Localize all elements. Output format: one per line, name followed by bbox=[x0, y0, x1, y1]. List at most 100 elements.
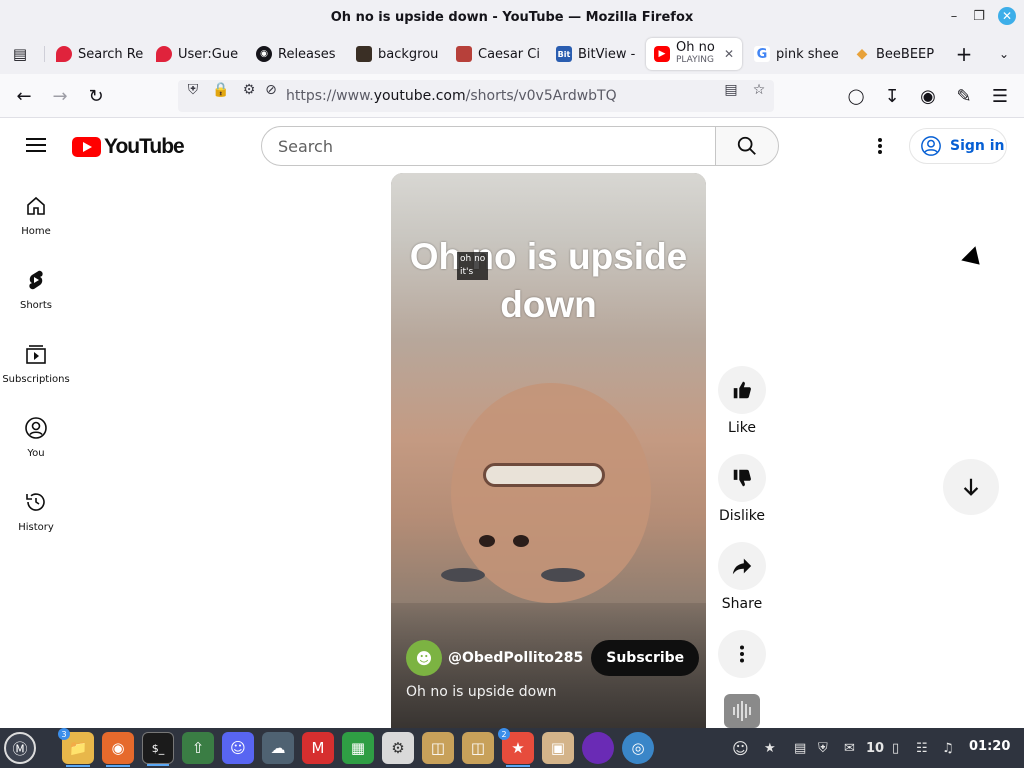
sidebar-item-label: Subscriptions bbox=[2, 374, 70, 385]
minimize-icon[interactable]: – bbox=[944, 6, 964, 26]
new-tab-icon[interactable]: + bbox=[950, 40, 978, 68]
taskbar-clock[interactable]: 01:20 bbox=[969, 739, 1010, 754]
network-tray-icon[interactable]: ☷ bbox=[916, 738, 928, 758]
spreadsheet-icon[interactable]: ▦ bbox=[342, 732, 374, 764]
box-icon[interactable]: ▣ bbox=[542, 732, 574, 764]
shield-tray-icon[interactable]: ⛨ bbox=[818, 738, 828, 758]
settings-more-icon[interactable] bbox=[870, 136, 890, 156]
files-badge: 3 bbox=[58, 728, 70, 740]
autoplay-blocked-icon[interactable]: ⊘ bbox=[262, 81, 280, 99]
dislike-button[interactable]: Dislike bbox=[718, 454, 766, 524]
reader-view-icon[interactable]: ▤ bbox=[722, 81, 740, 99]
close-icon[interactable]: ✕ bbox=[998, 7, 1016, 25]
video-overlay-title: Oh no is upside down bbox=[409, 236, 688, 325]
folder-icon[interactable]: ◫ bbox=[422, 732, 454, 764]
video-nostril-right bbox=[513, 535, 529, 547]
tab-overview-icon[interactable]: ▤ bbox=[6, 40, 34, 68]
extensions-icon[interactable]: ✎ bbox=[950, 82, 978, 110]
tracking-shield-icon[interactable]: ⛨ bbox=[184, 81, 202, 99]
tab-caesar-ci[interactable]: Caesar Ci bbox=[448, 38, 544, 70]
sign-in-button[interactable]: Sign in bbox=[909, 128, 1007, 164]
lock-icon[interactable]: 🔒 bbox=[212, 81, 230, 99]
tab-label: Releases bbox=[278, 46, 336, 62]
tab-oh-no-active[interactable]: ▶ Oh no PLAYING ✕ bbox=[646, 38, 742, 70]
subscribe-button[interactable]: Subscribe bbox=[591, 640, 700, 676]
sidebar-item-subscriptions[interactable]: Subscriptions bbox=[0, 342, 72, 385]
url-path: /shorts/v0v5ArdwbTQ bbox=[465, 88, 617, 104]
reload-icon[interactable]: ↻ bbox=[82, 82, 110, 110]
more-actions-button[interactable] bbox=[718, 630, 766, 678]
youtube-icon: ▶ bbox=[654, 46, 670, 62]
sidebar-item-history[interactable]: History bbox=[0, 490, 72, 533]
window-titlebar: Oh no is upside down - YouTube — Mozilla… bbox=[0, 0, 1024, 34]
menu-icon[interactable]: ☰ bbox=[986, 82, 1014, 110]
arrow-down-icon bbox=[963, 478, 979, 496]
share-button[interactable]: Share bbox=[718, 542, 766, 612]
tab-label: User:Gue bbox=[178, 46, 239, 62]
purple-orb-icon[interactable] bbox=[582, 732, 614, 764]
mario-icon[interactable]: M bbox=[302, 732, 334, 764]
settings-icon[interactable]: ⚙ bbox=[382, 732, 414, 764]
more-circle[interactable] bbox=[718, 630, 766, 678]
bookmark-star-icon[interactable]: ☆ bbox=[750, 81, 768, 99]
files-icon[interactable]: 3 📁 bbox=[58, 728, 94, 767]
video-caption-tag: oh no it's bbox=[457, 252, 489, 280]
forward-icon[interactable]: → bbox=[46, 82, 74, 110]
tab-close-icon[interactable]: ✕ bbox=[724, 47, 734, 61]
terminal-icon[interactable]: $_ bbox=[142, 732, 174, 766]
update-manager-icon[interactable]: ⇧ bbox=[182, 732, 214, 764]
sign-in-label: Sign in bbox=[950, 138, 1005, 154]
pocket-icon[interactable]: ◯ bbox=[842, 82, 870, 110]
tab-user-gue[interactable]: User:Gue bbox=[148, 38, 244, 70]
downloads-icon[interactable]: ↧ bbox=[878, 82, 906, 110]
sound-thumbnail[interactable] bbox=[724, 694, 760, 728]
beebeep-icon[interactable]: 2 ★ bbox=[498, 728, 534, 767]
tab-pink-shee[interactable]: G pink shee bbox=[746, 38, 842, 70]
sidebar-item-shorts[interactable]: Shorts bbox=[0, 268, 72, 311]
mint-menu-icon[interactable]: Ⓜ bbox=[4, 732, 36, 764]
discord-tray-icon[interactable]: ☺ bbox=[732, 738, 749, 758]
tab-search-re[interactable]: Search Re bbox=[48, 38, 144, 70]
firefox-icon[interactable]: ◉ bbox=[102, 732, 134, 767]
channel-avatar[interactable]: ☻ bbox=[406, 640, 442, 676]
battery-tray-icon[interactable]: ▯ bbox=[892, 738, 899, 758]
search-input[interactable]: Search bbox=[261, 126, 716, 166]
dislike-circle[interactable] bbox=[718, 454, 766, 502]
clipboard-tray-icon[interactable]: ▤ bbox=[794, 738, 806, 758]
bitview-icon: Bit bbox=[556, 46, 572, 62]
like-button[interactable]: Like bbox=[718, 366, 766, 436]
tab-beebeep[interactable]: ◆ BeeBEEP bbox=[846, 38, 942, 70]
guide-menu-icon[interactable] bbox=[26, 138, 46, 152]
like-circle[interactable] bbox=[718, 366, 766, 414]
youtube-logo[interactable]: YouTube bbox=[72, 135, 185, 159]
share-circle[interactable] bbox=[718, 542, 766, 590]
list-tabs-icon[interactable]: ⌄ bbox=[990, 40, 1018, 68]
search-button[interactable] bbox=[715, 126, 779, 166]
account-icon[interactable]: ◉ bbox=[914, 82, 942, 110]
tab-bitview[interactable]: Bit BitView - bbox=[548, 38, 644, 70]
sidebar-item-home[interactable]: Home bbox=[0, 194, 72, 237]
tab-label-group: Oh no PLAYING bbox=[676, 41, 715, 66]
navigation-bar: ← → ↻ https://www. youtube.com/shorts/v0v… bbox=[0, 74, 1024, 118]
youtube-header: YouTube Search Sign in bbox=[0, 118, 1024, 174]
tab-backgrou[interactable]: backgrou bbox=[348, 38, 444, 70]
sound-tray-icon[interactable]: ♫ bbox=[942, 738, 954, 758]
back-icon[interactable]: ← bbox=[10, 82, 38, 110]
tab-releases[interactable]: ◉ Releases bbox=[248, 38, 344, 70]
discord-icon[interactable]: ☺ bbox=[222, 732, 254, 764]
short-video-player[interactable]: Oh no is upside down oh no it's ☻ @ObedP… bbox=[391, 173, 706, 728]
folder2-icon[interactable]: ◫ bbox=[462, 732, 494, 764]
notification-tray-icon[interactable]: ✉ bbox=[844, 738, 855, 758]
cloud-icon[interactable]: ☁ bbox=[262, 732, 294, 764]
video-caption[interactable]: Oh no is upside down bbox=[406, 684, 557, 700]
channel-name[interactable]: @ObedPollito285 bbox=[448, 650, 583, 666]
beebeep-tray-icon[interactable]: ★ bbox=[764, 738, 776, 758]
maximize-icon[interactable]: ❐ bbox=[969, 6, 989, 26]
next-short-button[interactable] bbox=[943, 459, 999, 515]
permissions-icon[interactable]: ⚙ bbox=[240, 81, 258, 99]
google-icon: G bbox=[754, 46, 770, 62]
tray-count: 10 bbox=[866, 740, 885, 756]
sidebar-item-you[interactable]: You bbox=[0, 416, 72, 459]
beebeep-badge: 2 bbox=[498, 728, 510, 740]
globe-icon[interactable]: ◎ bbox=[622, 732, 654, 764]
